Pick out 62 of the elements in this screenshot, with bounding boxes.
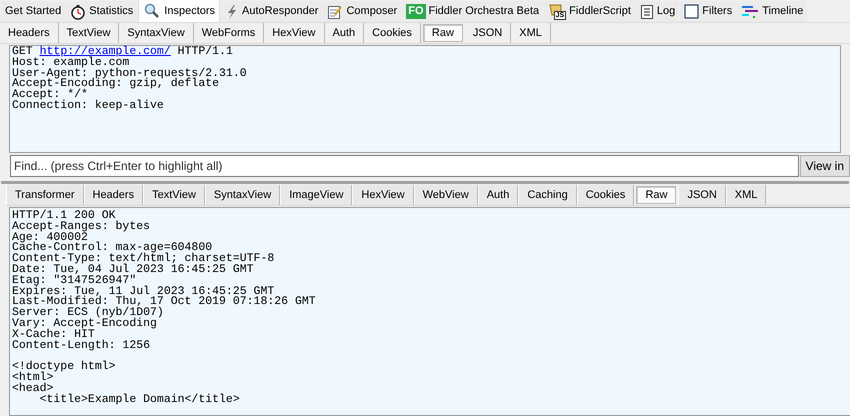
view-tab[interactable]: HexView <box>264 23 324 43</box>
view-tab[interactable]: Raw <box>422 24 463 42</box>
main-tab[interactable]: Filters <box>680 1 736 22</box>
main-tab[interactable]: Statistics <box>66 1 138 22</box>
view-tab[interactable]: Caching <box>518 185 577 205</box>
view-tab[interactable]: Auth <box>324 23 364 43</box>
view-in-button[interactable]: View in <box>800 155 850 177</box>
response-header-line: X-Cache: HIT <box>12 330 95 341</box>
main-tab[interactable]: Get Started <box>1 1 66 22</box>
main-tab[interactable]: Log <box>636 1 680 22</box>
response-header-line: Age: 400002 <box>12 232 88 244</box>
find-field[interactable]: Find... (press Ctrl+Enter to highlight all) <box>10 155 799 177</box>
view-tab[interactable]: SyntaxView <box>204 185 280 205</box>
response-header-line: Vary: Accept-Encoding <box>12 318 157 330</box>
notepad-icon <box>327 4 344 20</box>
view-tab[interactable]: Raw <box>636 186 676 204</box>
response-header-line: Accept-Ranges: bytes <box>12 222 150 233</box>
main-tab[interactable]: AutoResponder <box>221 1 322 22</box>
stopwatch-icon <box>70 4 86 20</box>
response-text-area[interactable] <box>9 207 850 416</box>
main-tab[interactable]: Composer <box>323 1 402 22</box>
response-body-line: <title>Example Domain</title> <box>38 394 240 406</box>
view-tab[interactable]: XML <box>726 185 766 205</box>
view-tab[interactable]: HexView <box>352 185 414 205</box>
view-tab[interactable]: JSON <box>464 23 512 43</box>
orchestra-badge-icon: FO <box>406 4 426 19</box>
view-tab[interactable]: Headers <box>0 23 59 43</box>
view-tab[interactable]: Auth <box>478 185 518 205</box>
response-header-line: Etag: "3147526947" <box>12 276 136 287</box>
view-tab[interactable]: Cookies <box>364 23 421 43</box>
main-tab[interactable]: Inspectors <box>138 0 220 22</box>
view-tab[interactable]: WebView <box>414 185 478 205</box>
response-body-line: <head> <box>12 384 54 395</box>
view-tab[interactable]: ImageView <box>280 185 352 205</box>
view-tab[interactable]: JSON <box>678 185 726 205</box>
main-tab[interactable]: FO Fiddler Orchestra Beta <box>402 1 544 22</box>
response-body-line: <!doctype html> <box>12 362 116 373</box>
response-body-line: <html> <box>12 372 54 384</box>
view-tab[interactable]: Headers <box>84 185 144 205</box>
main-tab[interactable]: Timeline <box>737 1 808 22</box>
response-header-line: HTTP/1.1 200 OK <box>12 211 116 222</box>
header-line: Connection: keep-alive <box>12 100 165 112</box>
magnifier-icon <box>143 3 162 19</box>
request-text-area[interactable]: GET http://example.com/ HTTP/1.1 Host: example.com User-Agent: python-requests/2.31.0 Accept-Encoding: gzip, deflate Accept: */* Connection: keep-alive <box>9 45 841 153</box>
view-tab[interactable]: XML <box>511 23 551 43</box>
document-icon <box>640 4 654 20</box>
view-tab[interactable]: WebForms <box>194 23 264 43</box>
view-tab[interactable]: TextView <box>58 23 120 43</box>
view-tab[interactable]: SyntaxView <box>119 23 194 43</box>
response-header-line: Content-Length: 1256 <box>12 340 150 352</box>
header-line: Host: example.com <box>12 58 130 69</box>
response-header-line: Date: Tue, 04 Jul 2023 16:45:25 GMT <box>12 264 254 276</box>
url-link[interactable]: http://example.com/ <box>40 45 171 58</box>
view-tab[interactable]: Transformer <box>6 185 84 205</box>
header-line: Accept: */* <box>12 90 88 101</box>
view-tab[interactable]: TextView <box>143 185 205 205</box>
view-tab[interactable]: Cookies <box>576 185 634 205</box>
response-header-line: Content-Type: text/html; charset=UTF-8 <box>12 254 274 265</box>
checkbox-icon <box>684 4 700 19</box>
response-header-line: Server: ECS (nyb/1D07) <box>12 308 164 319</box>
request-line: GET http://example.com/ HTTP/1.1 <box>12 47 234 58</box>
timeline-icon <box>741 4 760 18</box>
